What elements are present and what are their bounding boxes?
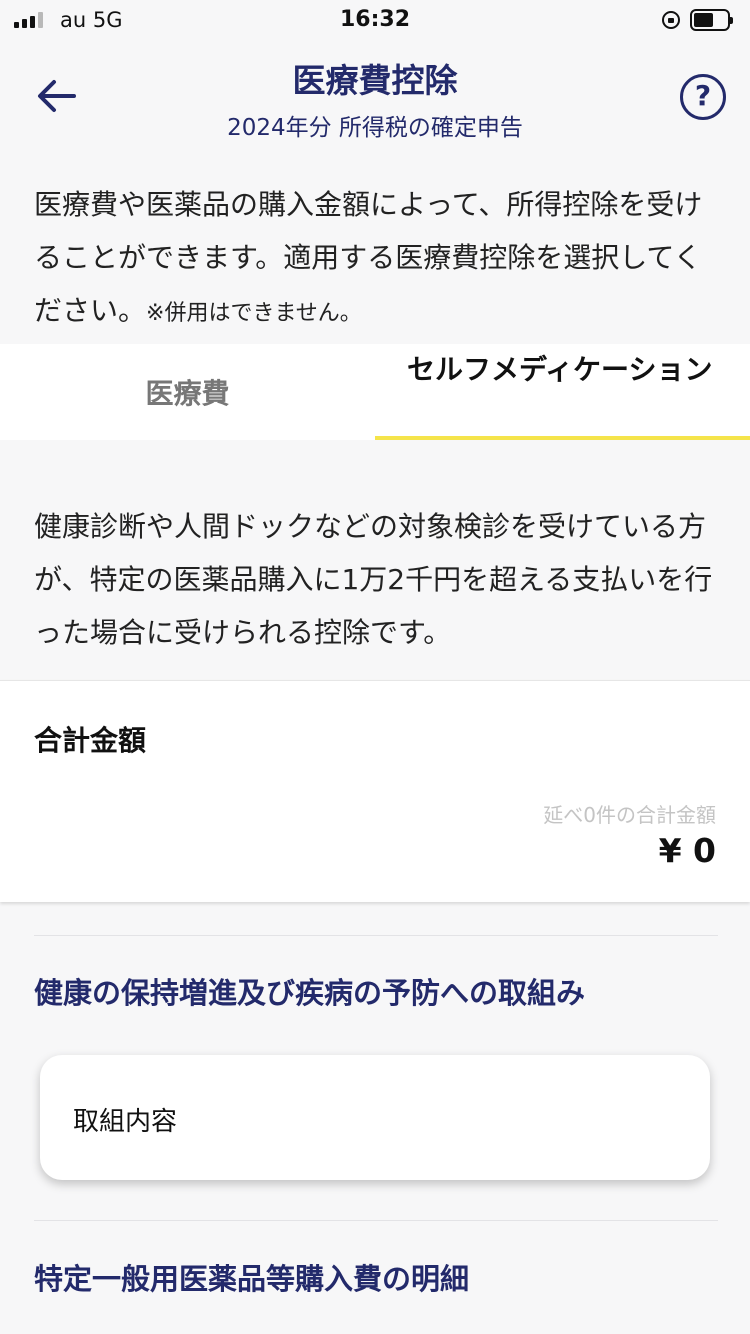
tab-label: 医療費	[145, 377, 230, 410]
tab-selected-indicator	[375, 436, 750, 440]
deduction-tabs: 医療費 セルフメディケーション	[0, 344, 750, 440]
total-amount-card: 合計金額 延べ0件の合計金額 ¥ 0	[0, 680, 750, 902]
rotation-lock-icon	[662, 11, 680, 29]
section-title-health-effort: 健康の保持増進及び疾病の予防への取組み	[34, 976, 586, 1010]
total-count-label: 延べ0件の合計金額	[543, 803, 716, 827]
effort-content-card[interactable]: 取組内容	[40, 1055, 710, 1180]
page-subtitle: 2024年分 所得税の確定申告	[227, 115, 523, 141]
status-bar: au 5G 16:32	[0, 0, 750, 40]
page-header: 医療費控除 2024年分 所得税の確定申告 ?	[0, 40, 750, 150]
section-title-otc-purchase: 特定一般用医薬品等購入費の明細	[34, 1262, 470, 1296]
tab-medical-expenses[interactable]: 医療費	[0, 344, 375, 440]
intro-body: 医療費や医薬品の購入金額によって、所得控除を受けることができます。適用する医療費…	[34, 188, 703, 327]
status-time: 16:32	[339, 7, 411, 32]
effort-content-label: 取組内容	[73, 1107, 178, 1137]
help-icon[interactable]: ?	[680, 74, 726, 120]
tab-self-medication[interactable]: セルフメディケーション	[375, 344, 750, 440]
divider	[34, 935, 718, 936]
tab-label: セルフメディケーション	[407, 353, 713, 386]
self-medication-description: 健康診断や人間ドックなどの対象検診を受けている方が、特定の医薬品購入に1万2千円…	[34, 510, 713, 649]
total-amount-value: ¥ 0	[658, 831, 716, 870]
divider	[34, 1220, 718, 1221]
intro-note: ※併用はできません。	[146, 301, 362, 326]
page-title: 医療費控除	[292, 61, 458, 100]
total-title: 合計金額	[34, 724, 147, 757]
battery-icon	[690, 9, 733, 31]
intro-text: 医療費や医薬品の購入金額によって、所得控除を受けることができます。適用する医療費…	[34, 178, 724, 340]
